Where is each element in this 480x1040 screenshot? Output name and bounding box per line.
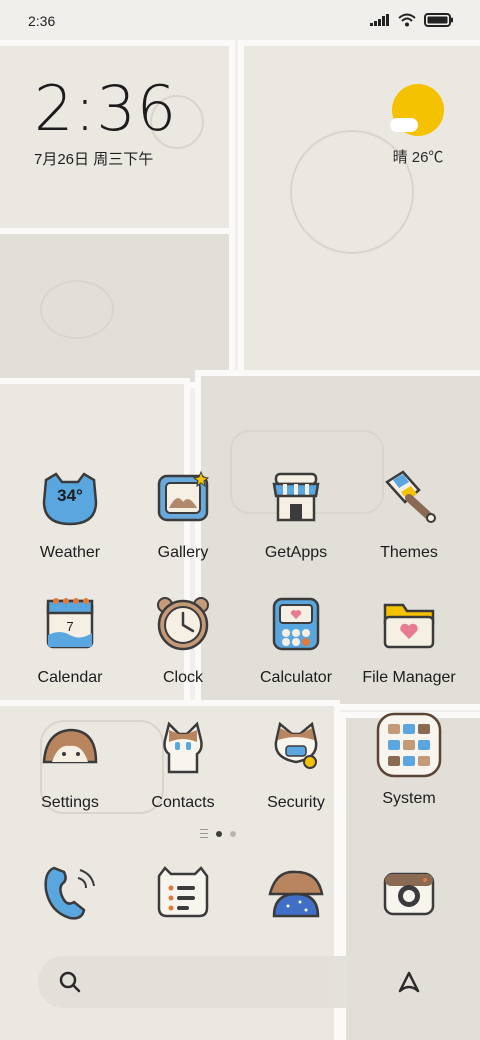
widget-time: 2:36	[34, 72, 178, 145]
page-dot-1[interactable]	[216, 830, 222, 837]
shop-icon	[266, 468, 326, 528]
app-label-gallery: Gallery	[157, 544, 209, 561]
cat-security-icon	[266, 718, 326, 778]
weather-text: 晴 26℃	[392, 149, 444, 166]
gallery-frame-icon	[153, 468, 213, 528]
cat-contacts-icon	[153, 718, 213, 778]
messages-icon	[153, 862, 213, 922]
calculator-icon	[266, 593, 326, 653]
browser-icon	[266, 862, 326, 922]
search-icon[interactable]	[58, 970, 82, 994]
app-list-icon	[200, 829, 208, 838]
weather-cat-icon: 34°	[40, 468, 100, 528]
dock-phone[interactable]	[15, 862, 125, 922]
app-label-calendar: Calendar	[37, 669, 103, 686]
calendar-icon-badge: 7	[66, 619, 74, 634]
app-label-contacts: Contacts	[151, 794, 215, 811]
calendar-icon: 7	[40, 593, 100, 653]
app-security[interactable]: Security	[241, 718, 351, 812]
weather-widget[interactable]: 晴 26℃	[390, 84, 446, 167]
weather-icon-badge: 34°	[57, 486, 83, 505]
system-folder-icon	[376, 712, 442, 778]
signal-icon	[370, 14, 389, 26]
app-label-getapps: GetApps	[264, 544, 328, 561]
battery-icon	[424, 13, 453, 27]
folder-icon	[379, 593, 439, 653]
app-label-settings: Settings	[41, 794, 99, 811]
app-clock[interactable]: Clock	[128, 593, 238, 687]
status-time: 2:36	[28, 13, 56, 29]
dock-messages[interactable]	[128, 862, 238, 922]
app-label-clock: Clock	[162, 669, 203, 686]
app-label-file-manager: File Manager	[362, 669, 456, 686]
alarm-clock-icon	[153, 593, 213, 653]
sunny-icon	[390, 84, 444, 136]
app-weather[interactable]: 34° Weather	[15, 468, 125, 562]
widget-date: 7月26日 周三下午	[34, 151, 154, 168]
app-label-weather: Weather	[39, 544, 101, 561]
dock-browser[interactable]	[241, 862, 351, 922]
page-indicator[interactable]	[200, 829, 236, 838]
app-themes[interactable]: Themes	[354, 468, 464, 562]
paintbrush-icon	[379, 468, 439, 528]
phone-icon	[40, 862, 100, 922]
app-label-themes: Themes	[380, 544, 438, 561]
app-file-manager[interactable]: File Manager	[354, 593, 464, 687]
status-bar: 2:36	[0, 0, 480, 40]
search-bar[interactable]	[38, 956, 442, 1008]
wifi-icon	[398, 13, 416, 27]
page-dot-2[interactable]	[230, 830, 236, 837]
app-getapps[interactable]: GetApps	[241, 468, 351, 562]
dock-camera[interactable]	[354, 862, 464, 922]
app-label-calculator: Calculator	[259, 669, 333, 686]
app-contacts[interactable]: Contacts	[128, 718, 238, 812]
assistant-icon[interactable]	[396, 969, 422, 995]
clock-widget[interactable]: 2:36 7月26日 周三下午	[34, 78, 177, 169]
app-system-folder[interactable]: System	[354, 712, 464, 808]
app-label-security: Security	[267, 794, 325, 811]
hamster-icon	[40, 718, 100, 778]
camera-icon	[379, 862, 439, 922]
app-calculator[interactable]: Calculator	[241, 593, 351, 687]
app-calendar[interactable]: 7 Calendar	[15, 593, 125, 687]
app-settings[interactable]: Settings	[15, 718, 125, 812]
app-gallery[interactable]: Gallery	[128, 468, 238, 562]
app-label-system: System	[382, 790, 436, 807]
